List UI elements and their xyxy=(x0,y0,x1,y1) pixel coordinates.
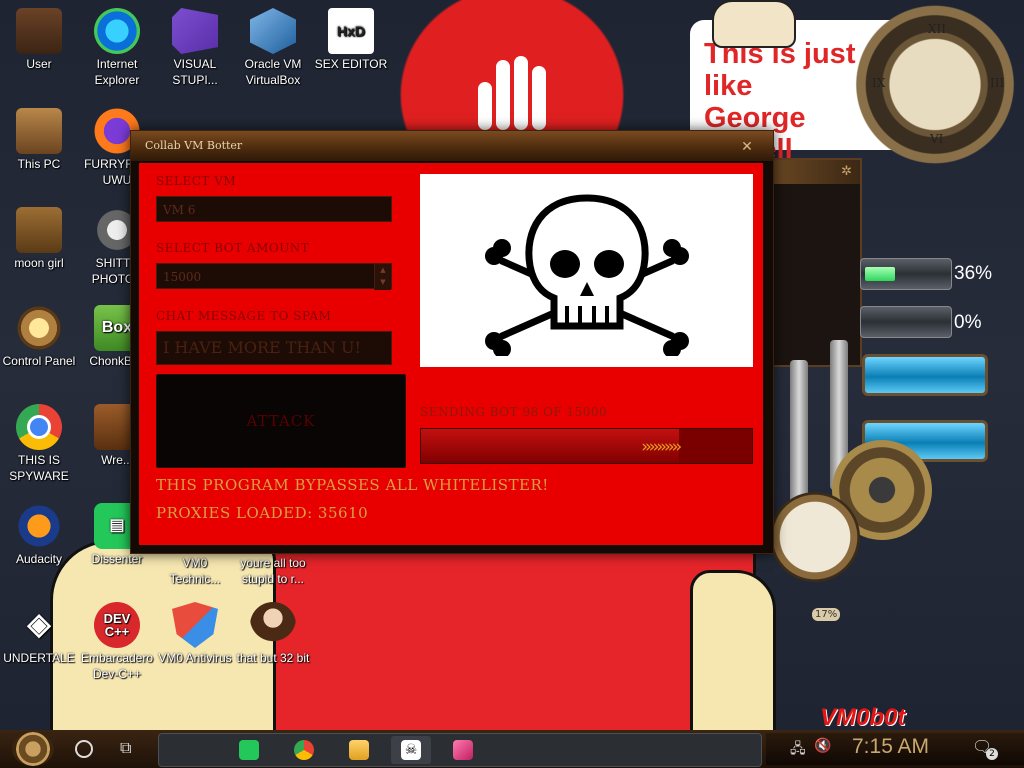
visual-studio-icon xyxy=(172,8,218,54)
search-circle-icon[interactable] xyxy=(75,740,93,758)
desktop-icon-user[interactable]: User xyxy=(0,8,78,72)
task-view-icon[interactable]: ⧉ xyxy=(120,738,131,758)
desktop: This is just like George Orwell 1984 XII… xyxy=(0,0,1024,730)
select-vm-label: SELECT VM xyxy=(156,174,237,188)
notification-count-badge: 2 xyxy=(986,748,998,760)
desktop-icon-devcpp[interactable]: DEV C++ Embarcadero Dev-C++ xyxy=(78,602,156,682)
desktop-icon-hex-editor[interactable]: HxD SEX EDITOR xyxy=(312,8,390,72)
taskbar-dissenter[interactable] xyxy=(229,736,269,764)
desktop-icon-undertale[interactable]: ◈ UNDERTALE xyxy=(0,602,78,666)
computer-icon xyxy=(16,108,62,154)
desktop-icon-audacity[interactable]: Audacity xyxy=(0,503,78,567)
taskbar-vm-botter[interactable]: ☠ xyxy=(391,736,431,764)
background-window: ✲ xyxy=(760,158,862,367)
progress-chevrons: ›››››››››› xyxy=(641,437,682,457)
window-client-area: SELECT VM VM 6 SELECT BOT AMOUNT 15000 ▲… xyxy=(139,163,763,545)
stepper-buttons[interactable]: ▲ ▼ xyxy=(374,264,391,290)
desktop-icon-virtualbox[interactable]: Oracle VM VirtualBox xyxy=(234,8,312,88)
collab-vm-botter-window: Collab VM Botter ✕ SELECT VM VM 6 SELECT… xyxy=(130,130,774,554)
cartoon-right-arm-graphic xyxy=(690,570,776,730)
cpu-gauge-value: 36% xyxy=(954,263,993,284)
attack-button[interactable]: ATTACK xyxy=(156,374,406,468)
chat-message-input[interactable]: I HAVE MORE THAN U! xyxy=(156,331,392,365)
volume-muted-icon[interactable]: 🔇 xyxy=(814,738,831,754)
audacity-icon xyxy=(16,503,62,549)
watermark-text: VM0b0t xyxy=(820,704,906,730)
file-explorer-icon xyxy=(349,740,369,760)
shield-icon xyxy=(172,602,218,648)
proxies-loaded-text: PROXIES LOADED: 35610 xyxy=(156,504,369,522)
bot-amount-value: 15000 xyxy=(163,270,202,284)
skull-app-icon: ☠ xyxy=(401,740,421,760)
desktop-icon-this-pc[interactable]: This PC xyxy=(0,108,78,172)
steampunk-clock-widget: XII III VI IX xyxy=(850,2,1020,167)
cpu-gauge-bar xyxy=(860,258,952,290)
pipe-graphic xyxy=(790,360,808,510)
bypass-banner: THIS PROGRAM BYPASSES ALL WHITELISTER! xyxy=(156,476,549,494)
desktop-icon-internet-explorer[interactable]: Internet Explorer xyxy=(78,8,156,88)
memory-gauge-value: 0% xyxy=(954,312,982,333)
devcpp-icon: DEV C++ xyxy=(94,602,140,648)
folder-icon xyxy=(16,207,62,253)
desktop-icon-chrome[interactable]: THIS IS SPYWARE xyxy=(0,404,78,484)
gear-icon: ✲ xyxy=(841,164,852,179)
start-button[interactable] xyxy=(12,732,54,766)
chrome-icon xyxy=(294,740,314,760)
bot-amount-label: SELECT BOT AMOUNT xyxy=(156,241,310,255)
speedometer-gauge xyxy=(770,492,860,582)
network-icon[interactable]: 🖧 xyxy=(790,738,806,762)
spin-down-icon[interactable]: ▼ xyxy=(375,276,391,288)
blue-tube-graphic xyxy=(862,354,988,396)
pink-app-icon xyxy=(453,740,473,760)
select-vm-field[interactable]: VM 6 xyxy=(156,196,392,222)
taskbar-pink-app[interactable] xyxy=(443,736,483,764)
desktop-icon-stupid-text[interactable]: youre all too stupid to r... xyxy=(234,555,312,587)
skull-crossbones-icon xyxy=(484,193,689,356)
meme-face-graphic xyxy=(712,0,796,48)
unity-icon: ◈ xyxy=(27,608,51,641)
control-panel-icon xyxy=(16,305,62,351)
hxd-icon: HxD xyxy=(328,8,374,54)
spin-up-icon[interactable]: ▲ xyxy=(375,264,391,276)
desktop-icon-antivirus[interactable]: VM0 Antivirus xyxy=(156,602,234,666)
virtualbox-icon xyxy=(250,8,296,54)
desktop-icon-control-panel[interactable]: Control Panel xyxy=(0,305,78,369)
desktop-icon-vm0-technical[interactable]: VM0 Technic... xyxy=(156,555,234,587)
desktop-icon-moon-girl[interactable]: moon girl xyxy=(0,207,78,271)
sending-progress-bar: ›››››››››› xyxy=(420,428,753,464)
raised-hand-graphic xyxy=(476,50,556,130)
speedometer-value: 17% xyxy=(812,608,841,621)
taskbar-chrome[interactable] xyxy=(284,736,324,764)
desktop-icon-visual-studio[interactable]: VISUAL STUPI... xyxy=(156,8,234,88)
cpu-gauge-fill xyxy=(865,267,895,281)
dissenter-icon xyxy=(239,740,259,760)
chat-message-label: CHAT MESSAGE TO SPAM xyxy=(156,309,332,323)
window-titlebar[interactable]: Collab VM Botter ✕ xyxy=(131,131,773,161)
window-title: Collab VM Botter xyxy=(145,139,243,152)
memory-gauge-bar xyxy=(860,306,952,338)
taskbar-app-area: ☠ xyxy=(158,733,762,767)
taskbar-file-explorer[interactable] xyxy=(339,736,379,764)
chrome-icon xyxy=(16,404,62,450)
skull-image-panel xyxy=(420,174,753,367)
edge-icon xyxy=(94,8,140,54)
taskbar-clock[interactable]: 7:15 AM xyxy=(852,735,929,759)
progress-status-text: SENDING BOT 98 OF 15000 xyxy=(420,405,608,419)
desktop-icon-32bit[interactable]: that but 32 bit xyxy=(234,602,312,666)
progress-bar-fill: ›››››››››› xyxy=(421,429,682,463)
user-folder-icon xyxy=(16,8,62,54)
close-icon[interactable]: ✕ xyxy=(737,137,757,157)
portrait-icon xyxy=(250,602,296,648)
bot-amount-stepper[interactable]: 15000 ▲ ▼ xyxy=(156,263,392,290)
